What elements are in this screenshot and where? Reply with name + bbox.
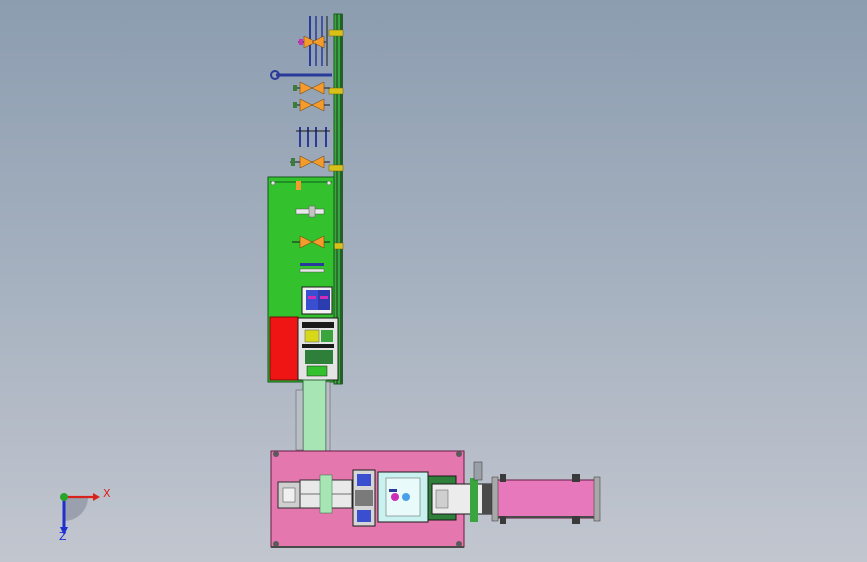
cad-viewport[interactable]: X Y Z xyxy=(0,0,867,562)
model-view[interactable] xyxy=(0,0,867,562)
axis-z-label: Z xyxy=(59,530,67,543)
roller-assembly-2[interactable] xyxy=(293,81,330,95)
axis-x-label: X xyxy=(103,487,111,500)
coordinate-triad xyxy=(60,493,100,535)
roller-assembly-3[interactable] xyxy=(293,98,330,112)
red-electrical-box[interactable] xyxy=(269,316,299,381)
drive-mechanism[interactable] xyxy=(297,317,339,381)
center-station[interactable] xyxy=(352,469,376,527)
cyan-stage[interactable] xyxy=(377,471,429,523)
roller-assembly-4[interactable] xyxy=(290,155,330,169)
output-pink-conveyor[interactable] xyxy=(491,474,601,524)
guide-rods[interactable] xyxy=(296,127,330,147)
roller-assembly-1[interactable] xyxy=(298,35,326,49)
blue-module[interactable] xyxy=(301,286,333,315)
y-axis-dot xyxy=(60,493,68,501)
